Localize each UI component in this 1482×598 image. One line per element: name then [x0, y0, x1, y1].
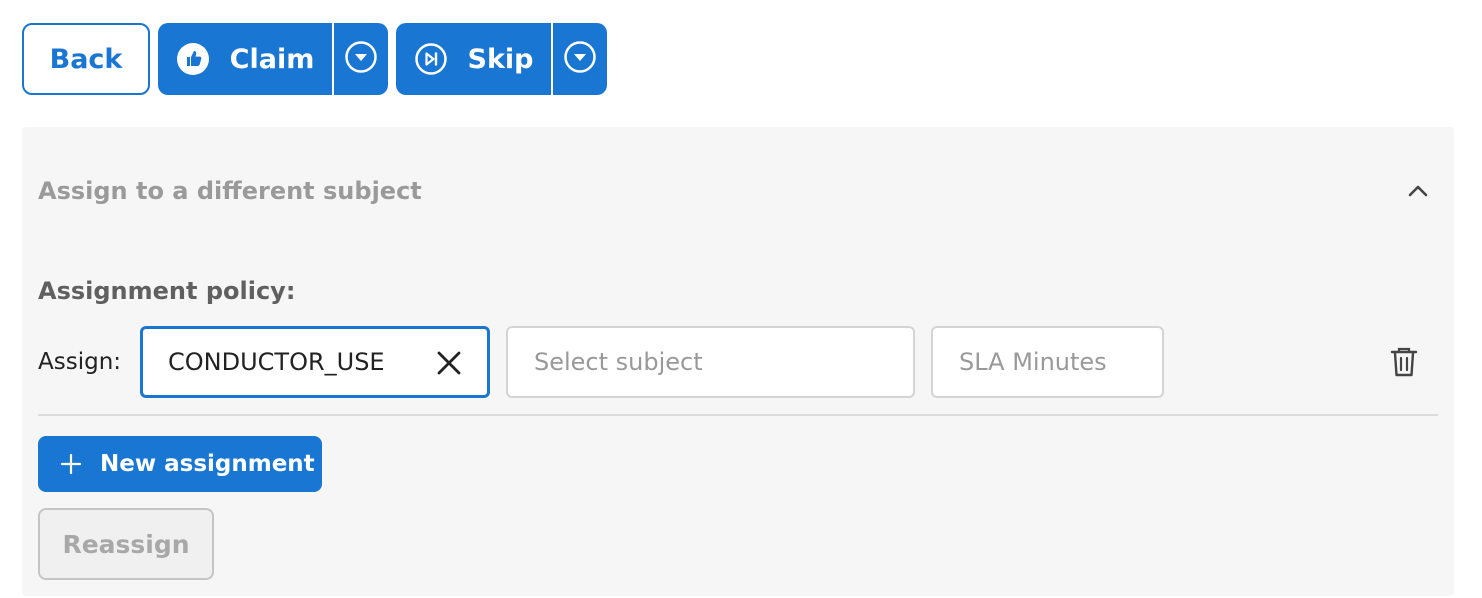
claim-button-label: Claim [229, 43, 315, 75]
reassign-button[interactable]: Reassign [38, 508, 214, 580]
assignee-input[interactable]: CONDUCTOR_USE [140, 326, 490, 398]
action-toolbar: Back Claim Skip [22, 23, 607, 95]
close-icon[interactable] [437, 351, 461, 381]
chevron-down-circle-icon [563, 40, 597, 78]
divider [38, 414, 1438, 416]
skip-split-button: Skip [396, 23, 607, 95]
skip-dropdown-button[interactable] [553, 23, 607, 95]
chevron-up-icon[interactable] [1406, 179, 1430, 207]
sla-minutes-placeholder: SLA Minutes [959, 348, 1107, 376]
assign-label: Assign: [38, 349, 122, 375]
plus-icon [60, 453, 82, 475]
claim-dropdown-button[interactable] [334, 23, 388, 95]
skip-forward-icon [414, 42, 448, 76]
select-subject-placeholder: Select subject [534, 348, 703, 376]
thumbs-up-icon [176, 42, 210, 76]
panel-title: Assign to a different subject [38, 177, 422, 205]
claim-button[interactable]: Claim [158, 23, 334, 95]
new-assignment-button[interactable]: New assignment [38, 436, 322, 492]
claim-split-button: Claim [158, 23, 388, 95]
reassign-panel: Assign to a different subject Assignment… [22, 127, 1454, 596]
sla-minutes-input[interactable]: SLA Minutes [931, 326, 1164, 398]
skip-button[interactable]: Skip [396, 23, 553, 95]
assignment-policy-label: Assignment policy: [38, 277, 296, 305]
trash-icon[interactable] [1390, 346, 1418, 382]
skip-button-label: Skip [467, 43, 534, 75]
select-subject-input[interactable]: Select subject [506, 326, 915, 398]
chevron-down-circle-icon [344, 40, 378, 78]
new-assignment-label: New assignment [100, 451, 315, 477]
back-button[interactable]: Back [22, 23, 150, 95]
assignee-value: CONDUCTOR_USE [168, 348, 385, 376]
